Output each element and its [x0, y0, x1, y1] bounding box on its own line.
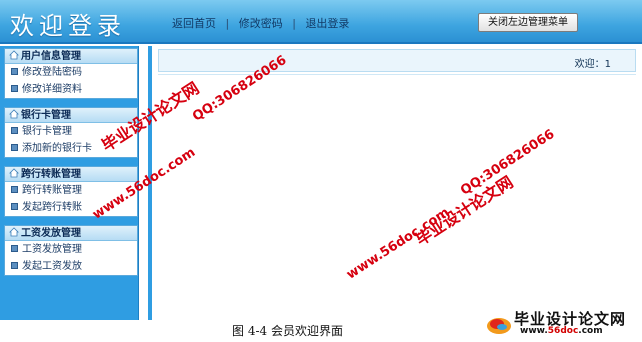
sidebar-item-change-login-password[interactable]: 修改登陆密码	[5, 64, 137, 81]
nav-separator: |	[292, 17, 296, 30]
main-content-area	[158, 74, 636, 320]
panel-header[interactable]: 用户信息管理	[5, 49, 137, 64]
top-header: 欢迎登录 返回首页 | 修改密码 | 退出登录 关闭左边管理菜单	[0, 0, 642, 44]
panel-title: 跨行转账管理	[21, 169, 81, 180]
site-logo: 毕业设计论文网 www.56doc.com	[486, 306, 636, 340]
panel-header[interactable]: 跨行转账管理	[5, 167, 137, 182]
square-bullet-icon	[11, 186, 18, 193]
sidebar-item-edit-profile[interactable]: 修改详细资料	[5, 81, 137, 98]
square-bullet-icon	[11, 127, 18, 134]
sidebar-item-label: 银行卡管理	[22, 126, 72, 137]
logo-swirl-icon	[487, 318, 511, 334]
top-nav: 返回首页 | 修改密码 | 退出登录	[172, 15, 349, 31]
toggle-left-menu-button[interactable]: 关闭左边管理菜单	[478, 13, 578, 32]
sidebar-item-label: 跨行转账管理	[22, 185, 82, 196]
logo-url-prefix: www.	[520, 326, 548, 336]
panel-title: 用户信息管理	[21, 51, 81, 62]
house-icon	[9, 227, 19, 237]
house-icon	[9, 50, 19, 60]
panel-title: 银行卡管理	[21, 110, 71, 121]
welcome-bar: 欢迎：1	[158, 49, 636, 72]
nav-home-link[interactable]: 返回首页	[172, 17, 216, 30]
panel-salary: 工资发放管理 工资发放管理 发起工资发放	[4, 225, 138, 276]
nav-logout-link[interactable]: 退出登录	[305, 17, 349, 30]
square-bullet-icon	[11, 203, 18, 210]
square-bullet-icon	[11, 245, 18, 252]
logo-url-brand: 56doc	[547, 326, 579, 336]
nav-separator: |	[225, 17, 230, 30]
square-bullet-icon	[11, 144, 18, 151]
logo-url-suffix: .com	[578, 326, 603, 336]
sidebar-item-start-salary-payment[interactable]: 发起工资发放	[5, 258, 137, 275]
welcome-text: 欢迎：1	[574, 59, 611, 70]
figure-caption: 图 4-4 会员欢迎界面	[232, 324, 343, 338]
sidebar-item-label: 添加新的银行卡	[22, 143, 92, 154]
house-icon	[9, 109, 19, 119]
sidebar-item-salary-management[interactable]: 工资发放管理	[5, 241, 137, 258]
sidebar-item-label: 工资发放管理	[22, 244, 82, 255]
square-bullet-icon	[11, 68, 18, 75]
panel-title: 工资发放管理	[21, 228, 81, 239]
house-icon	[9, 168, 19, 178]
panel-header[interactable]: 工资发放管理	[5, 226, 137, 241]
square-bullet-icon	[11, 85, 18, 92]
logo-url: www.56doc.com	[520, 326, 603, 336]
sidebar-item-label: 修改登陆密码	[22, 67, 82, 78]
nav-change-password-link[interactable]: 修改密码	[239, 17, 283, 30]
square-bullet-icon	[11, 262, 18, 269]
panel-user-info: 用户信息管理 修改登陆密码 修改详细资料	[4, 48, 138, 99]
sidebar-item-label: 发起跨行转账	[22, 202, 82, 213]
app-title: 欢迎登录	[10, 12, 126, 40]
sidebar-item-label: 发起工资发放	[22, 261, 82, 272]
sidebar-item-label: 修改详细资料	[22, 84, 82, 95]
screenshot-root: 欢迎登录 返回首页 | 修改密码 | 退出登录 关闭左边管理菜单 用户信息管理 …	[0, 0, 642, 342]
